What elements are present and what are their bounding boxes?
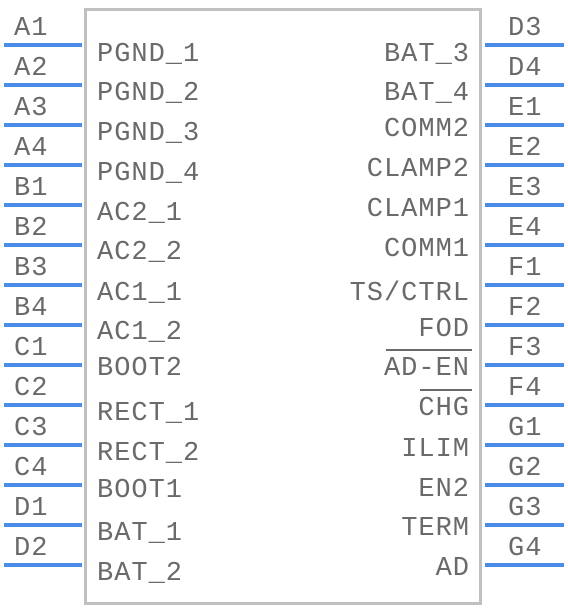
pin-number: B2 xyxy=(14,214,49,244)
pin-number: A1 xyxy=(14,14,49,44)
pin-number: C4 xyxy=(14,454,49,484)
pin-number: B4 xyxy=(14,294,49,324)
signal-label: EN2 xyxy=(418,475,470,505)
signal-label: PGND_4 xyxy=(97,159,201,189)
pin-number: A4 xyxy=(14,134,49,164)
signal-label: FOD xyxy=(418,315,470,345)
pin-number: E4 xyxy=(508,214,543,244)
signal-label: AD-EN xyxy=(383,354,470,384)
pin-number: G3 xyxy=(508,494,543,524)
signal-label: AC1_2 xyxy=(97,318,184,348)
pin-number: B3 xyxy=(14,254,49,284)
pin-number: A2 xyxy=(14,54,49,84)
signal-label: COMM2 xyxy=(383,115,470,145)
signal-label: AC2_1 xyxy=(97,199,184,229)
signal-label: AC1_1 xyxy=(97,279,184,309)
signal-label: BAT_2 xyxy=(97,559,184,589)
signal-label: AC2_2 xyxy=(97,238,184,268)
signal-label: ILIM xyxy=(401,435,470,465)
signal-label: PGND_1 xyxy=(97,40,201,70)
pin-number: E2 xyxy=(508,134,543,164)
pin-number: D3 xyxy=(508,14,543,44)
pin-number: A3 xyxy=(14,94,49,124)
signal-label: RECT_1 xyxy=(97,399,201,429)
pin-number: B1 xyxy=(14,174,49,204)
signal-label: PGND_3 xyxy=(97,119,201,149)
pin-number: F4 xyxy=(508,374,543,404)
signal-label: COMM1 xyxy=(383,235,470,265)
signal-label: RECT_2 xyxy=(97,439,201,469)
signal-label: BOOT2 xyxy=(97,354,184,384)
signal-label: BAT_1 xyxy=(97,519,184,549)
signal-label: BOOT1 xyxy=(97,476,184,506)
signal-label: TERM xyxy=(401,514,470,544)
signal-label: TS/CTRL xyxy=(349,279,470,309)
pin-number: D1 xyxy=(14,494,49,524)
pin-number: C1 xyxy=(14,334,49,364)
pin-number: F3 xyxy=(508,334,543,364)
pin-number: E3 xyxy=(508,174,543,204)
active-low-overline xyxy=(420,389,472,391)
pin-number: F1 xyxy=(508,254,543,284)
active-low-overline xyxy=(386,349,472,351)
signal-label: CHG xyxy=(418,394,470,424)
pin-number: G1 xyxy=(508,414,543,444)
pin-number: D4 xyxy=(508,54,543,84)
signal-label: CLAMP2 xyxy=(366,155,470,185)
pin-number: D2 xyxy=(14,534,49,564)
pin-number: C2 xyxy=(14,374,49,404)
signal-label: AD xyxy=(435,554,470,584)
pin-number: C3 xyxy=(14,414,49,444)
pin-number: F2 xyxy=(508,294,543,324)
signal-label: CLAMP1 xyxy=(366,195,470,225)
signal-label: PGND_2 xyxy=(97,79,201,109)
pin-number: G2 xyxy=(508,454,543,484)
pin-number: E1 xyxy=(508,94,543,124)
pin-number: G4 xyxy=(508,534,543,564)
signal-label: BAT_3 xyxy=(383,40,470,70)
signal-label: BAT_4 xyxy=(383,79,470,109)
